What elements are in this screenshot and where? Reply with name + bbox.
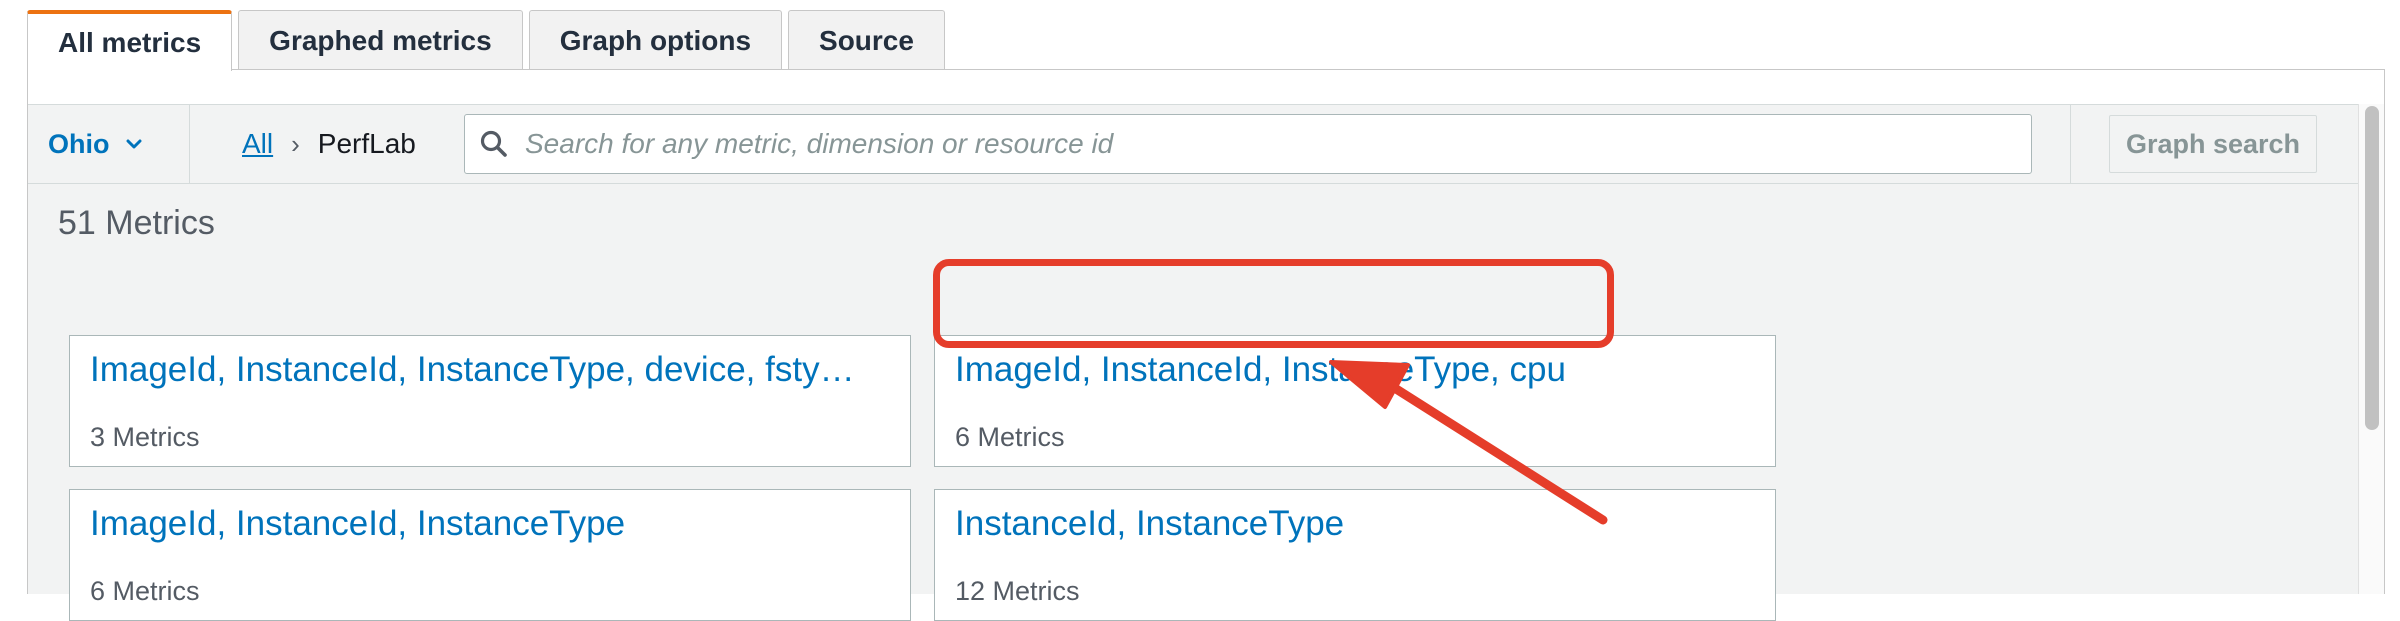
tab-bar: All metrics Graphed metrics Graph option… [27, 10, 951, 71]
metric-card-title[interactable]: ImageId, InstanceId, InstanceType, cpu [955, 350, 1755, 390]
tab-graphed-metrics[interactable]: Graphed metrics [238, 10, 523, 70]
metric-card-count: 6 Metrics [90, 576, 200, 606]
breadcrumb-namespace: PerfLab [317, 128, 416, 159]
metric-card-title[interactable]: InstanceId, InstanceType [955, 504, 1755, 544]
tab-source[interactable]: Source [788, 10, 945, 70]
metric-card-title[interactable]: ImageId, InstanceId, InstanceType, devic… [90, 350, 890, 390]
search-icon [480, 130, 507, 157]
metric-card[interactable]: ImageId, InstanceId, InstanceType 6 Metr… [69, 489, 911, 621]
breadcrumb: All › PerfLab [242, 105, 416, 183]
metrics-toolbar: Ohio All › PerfLab Graph search [28, 104, 2358, 184]
breadcrumb-separator-icon: › [291, 128, 300, 159]
graph-search-button[interactable]: Graph search [2109, 115, 2317, 173]
metric-card[interactable]: InstanceId, InstanceType 12 Metrics [934, 489, 1776, 621]
metric-card[interactable]: ImageId, InstanceId, InstanceType, devic… [69, 335, 911, 467]
tab-all-metrics[interactable]: All metrics [27, 10, 233, 71]
metric-card-title[interactable]: ImageId, InstanceId, InstanceType [90, 504, 890, 544]
metrics-content: 51 Metrics ImageId, InstanceId, Instance… [28, 184, 2358, 621]
metric-card-count: 6 Metrics [955, 422, 1065, 452]
vertical-scrollbar[interactable] [2358, 104, 2384, 594]
breadcrumb-all-link[interactable]: All [242, 128, 273, 160]
region-selector[interactable]: Ohio [28, 105, 190, 183]
scrollbar-thumb[interactable] [2365, 106, 2379, 430]
chevron-down-icon [126, 139, 141, 149]
graph-search-area: Graph search [2070, 105, 2358, 183]
metrics-count: 51 Metrics [58, 204, 215, 242]
region-label: Ohio [48, 128, 110, 159]
metric-card-count: 12 Metrics [955, 576, 1080, 606]
metric-card-count: 3 Metrics [90, 422, 200, 452]
metric-card[interactable]: ImageId, InstanceId, InstanceType, cpu 6… [934, 335, 1776, 467]
metrics-panel: Ohio All › PerfLab Graph search 51 Metri… [27, 69, 2385, 621]
tab-graph-options[interactable]: Graph options [528, 10, 783, 70]
metric-search-input[interactable] [523, 127, 2003, 161]
metric-search-box[interactable] [464, 114, 2032, 174]
